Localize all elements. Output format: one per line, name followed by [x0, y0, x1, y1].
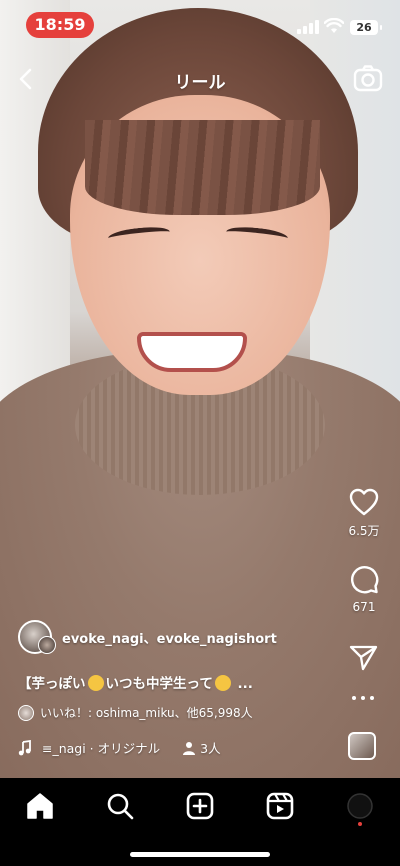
person-icon	[183, 741, 196, 755]
author-row[interactable]: evoke_nagi、evoke_nagishort	[18, 620, 277, 654]
crying-emoji-icon	[87, 675, 104, 691]
video-subject-smile	[137, 332, 247, 372]
profile-icon[interactable]	[344, 790, 376, 822]
caption-text-1: 【芋っぽい	[18, 676, 86, 692]
wifi-icon	[324, 18, 344, 33]
liked-by-text: いいね！: oshima_miku、他65,998人	[40, 706, 253, 720]
comment-action[interactable]: 671	[342, 564, 386, 614]
status-bar: 18:59 26	[0, 0, 400, 50]
collab-avatar	[38, 636, 56, 654]
comment-bubble-icon[interactable]	[349, 564, 379, 594]
liked-by-row[interactable]: いいね！: oshima_miku、他65,998人	[18, 704, 253, 721]
audio-title[interactable]: ≡_nagi · オリジナル	[42, 738, 160, 757]
page-title: リール	[174, 73, 226, 93]
heart-icon[interactable]	[349, 488, 379, 516]
reels-header: リール	[0, 58, 400, 102]
exploding-head-emoji-icon	[214, 675, 231, 691]
chevron-left-icon[interactable]	[12, 64, 42, 94]
home-indicator[interactable]	[130, 852, 270, 857]
share-action[interactable]	[342, 644, 386, 676]
avatar[interactable]	[18, 620, 56, 654]
create-post-icon[interactable]	[184, 790, 216, 822]
caption-more[interactable]: ...	[233, 676, 253, 692]
audio-row[interactable]: ≡_nagi · オリジナル 3人	[18, 738, 221, 757]
battery-indicator: 26	[350, 20, 382, 35]
cellular-signal-icon	[297, 20, 319, 34]
notification-dot	[358, 822, 362, 826]
home-icon[interactable]	[24, 790, 56, 822]
author-usernames[interactable]: evoke_nagi、evoke_nagishort	[62, 628, 277, 647]
caption-text-2: いつも中学生って	[105, 676, 213, 692]
paper-plane-icon[interactable]	[349, 644, 379, 672]
comment-count: 671	[352, 600, 376, 614]
original-audio-thumbnail[interactable]	[348, 732, 376, 760]
more-options-icon[interactable]	[352, 694, 376, 702]
liker-avatar	[18, 704, 34, 721]
status-time[interactable]: 18:59	[26, 12, 94, 38]
like-count: 6.5万	[348, 524, 380, 538]
video-subject-bangs	[85, 120, 320, 215]
tagged-people-count[interactable]: 3人	[200, 738, 220, 757]
search-icon[interactable]	[104, 790, 136, 822]
caption[interactable]: 【芋っぽい いつも中学生って ...	[18, 672, 253, 692]
camera-icon[interactable]	[352, 62, 384, 94]
like-action[interactable]: 6.5万	[342, 488, 386, 539]
music-note-icon	[18, 739, 31, 755]
reel-video[interactable]	[0, 0, 400, 778]
reels-icon[interactable]	[264, 790, 296, 822]
